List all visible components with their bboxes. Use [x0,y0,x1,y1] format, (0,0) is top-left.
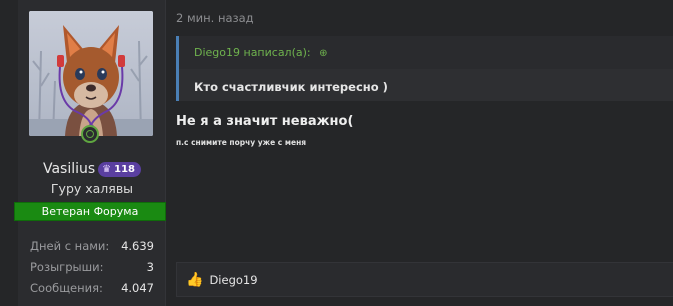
reaction-user[interactable]: Diego19 [209,273,257,287]
thumbs-up-icon[interactable]: 👍 [186,273,203,287]
user-title: Гуру халявы [50,181,134,196]
post-timestamp[interactable]: 2 мин. назад [176,11,254,25]
stat-row-days: Дней с нами: 4.639 [30,236,154,257]
stat-value[interactable]: 3 [147,257,154,278]
username[interactable]: Vasilius [43,161,95,177]
avatar-image [29,11,153,136]
rank-badge: Ветеран Форума [14,202,166,221]
level-value: 118 [114,163,136,175]
user-stats: Дней с нами: 4.639 Розыгрыши: 3 Сообщени… [30,236,154,299]
stat-value: 4.639 [121,239,154,253]
quote-header[interactable]: Diego19 написал(а): ⊕ [179,36,673,69]
quote-block: Diego19 написал(а): ⊕ Кто счастливчик ин… [176,36,673,101]
stat-value[interactable]: 4.047 [121,278,154,299]
arrow-up-circle-icon[interactable]: ⊕ [319,48,327,59]
stat-row-giveaways: Розыгрыши: 3 [30,257,154,278]
stat-label: Дней с нами: [30,239,110,253]
forum-post: Vasilius ♛ 118 Гуру халявы Ветеран Форум… [0,0,673,306]
stat-label: Сообщения: [30,281,103,295]
quote-author[interactable]: Diego19 написал(а): [194,46,311,59]
crown-icon: ♛ [102,163,112,175]
username-row: Vasilius ♛ 118 [18,161,166,177]
stat-row-messages: Сообщения: 4.047 [30,278,154,299]
message-text: Не я а значит неважно( [176,114,354,129]
avatar[interactable] [29,11,153,136]
level-badge: ♛ 118 [98,161,142,177]
quote-text: Кто счастливчик интересно ) [194,80,388,94]
online-indicator-icon [81,125,99,143]
message-note: п.с снимите порчу уже с меня [176,138,307,147]
reactions-bar: 👍 Diego19 [176,262,673,297]
user-card: Vasilius ♛ 118 Гуру халявы Ветеран Форум… [14,0,166,306]
stat-label: Розыгрыши: [30,260,104,274]
